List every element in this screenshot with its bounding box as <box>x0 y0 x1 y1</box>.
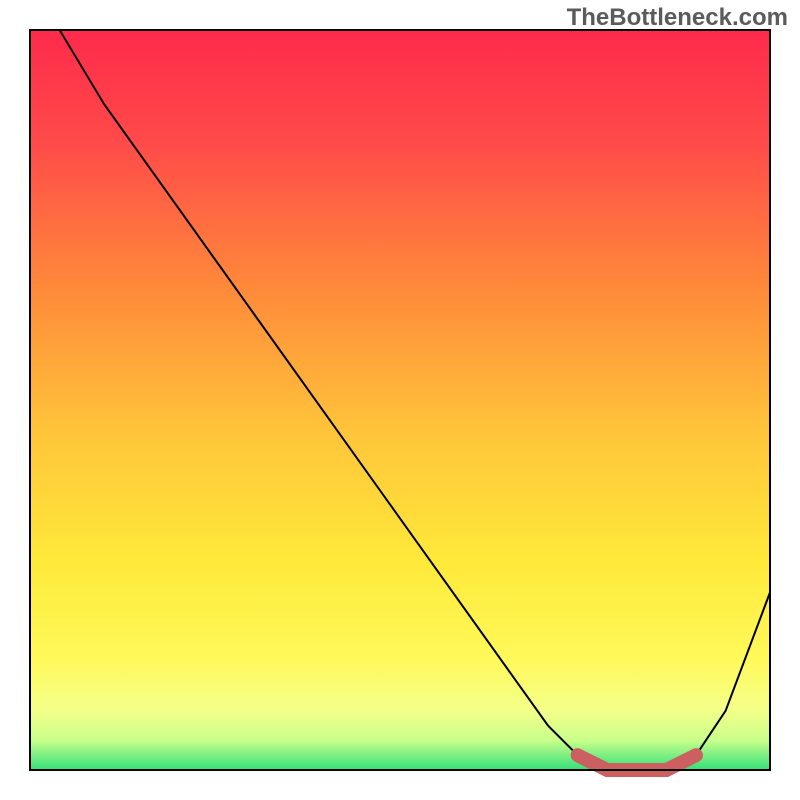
watermark-text: TheBottleneck.com <box>567 4 788 32</box>
plot-area <box>30 30 770 770</box>
chart-container: TheBottleneck.com <box>0 0 800 800</box>
bottleneck-chart <box>0 0 800 800</box>
